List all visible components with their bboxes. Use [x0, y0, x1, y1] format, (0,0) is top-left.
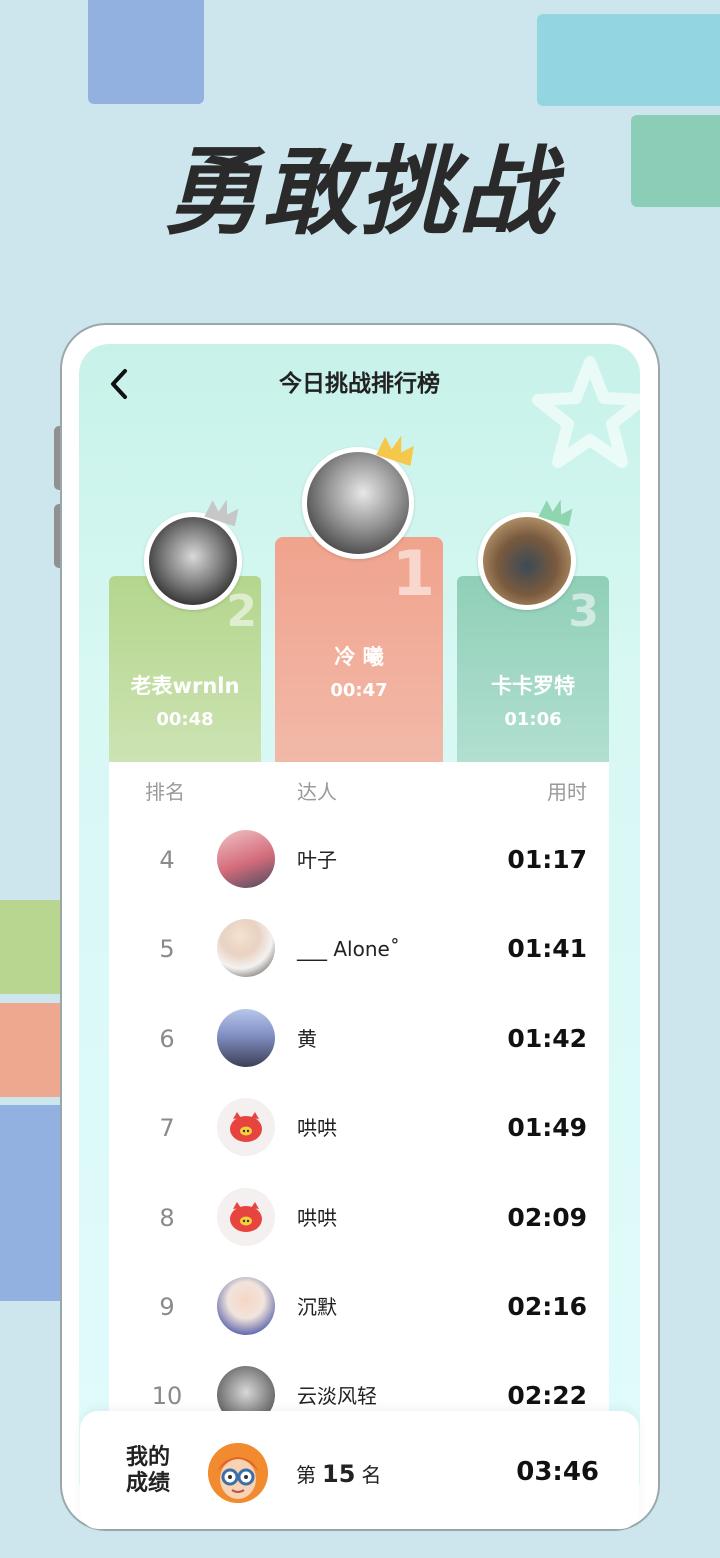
nav-bar: 今日挑战排行榜: [79, 344, 640, 424]
row-user-name: ___ Alone˚: [297, 937, 400, 961]
row-rank: 10: [151, 1382, 183, 1410]
my-rank-number: 15: [322, 1460, 356, 1488]
row-time: 01:49: [507, 1113, 587, 1142]
podium-rank-number: 1: [391, 537, 435, 610]
ranking-list: 排名 达人 用时 4 叶子 01:17 5 ___ Alone˚ 01:41 6…: [109, 762, 609, 1484]
row-user-name: 哄哄: [297, 1116, 337, 1140]
podium-user-name: 老表wrnln: [130, 674, 240, 698]
gold-crown-icon: [376, 435, 414, 466]
header-time: 用时: [547, 780, 587, 804]
my-rank-prefix: 第: [296, 1463, 316, 1487]
decor-block-lime: [0, 900, 60, 994]
row-time: 01:42: [507, 1024, 587, 1053]
row-rank: 5: [159, 935, 175, 963]
list-header: 排名 达人 用时: [109, 762, 609, 818]
row-rank: 9: [159, 1293, 175, 1321]
row-time: 02:09: [507, 1203, 587, 1232]
row-rank: 6: [159, 1025, 175, 1053]
row-user-name: 叶子: [297, 848, 337, 872]
decor-block-cyan: [537, 14, 720, 106]
row-user-name: 云淡风轻: [297, 1384, 377, 1408]
avatar[interactable]: [217, 1277, 275, 1335]
row-time: 01:41: [507, 934, 587, 963]
podium-user-time: 00:47: [330, 680, 388, 701]
row-time: 01:17: [507, 845, 587, 874]
avatar[interactable]: [217, 1009, 275, 1067]
green-crown-icon: [538, 499, 573, 526]
avatar[interactable]: [217, 1188, 275, 1246]
row-rank: 8: [159, 1204, 175, 1232]
pig-icon: [230, 1202, 262, 1232]
my-score-label: 我的成绩: [125, 1445, 170, 1496]
podium-user-time: 00:48: [156, 709, 214, 730]
list-item[interactable]: 4 叶子 01:17: [109, 816, 609, 905]
row-rank: 7: [159, 1114, 175, 1142]
decor-block-periwinkle: [0, 1105, 60, 1301]
list-item[interactable]: 8 哄哄 02:09: [109, 1174, 609, 1263]
avatar[interactable]: [217, 830, 275, 888]
silver-crown-icon: [204, 499, 239, 526]
decor-block-salmon: [0, 1003, 60, 1097]
my-time: 03:46: [516, 1457, 599, 1487]
header-rank: 排名: [145, 780, 185, 804]
row-rank: 4: [159, 846, 175, 874]
row-time: 02:16: [507, 1292, 587, 1321]
list-item[interactable]: 5 ___ Alone˚ 01:41: [109, 905, 609, 994]
my-rank: 第 15 名: [296, 1459, 381, 1490]
avatar[interactable]: [217, 1098, 275, 1156]
my-rank-suffix: 名: [361, 1463, 382, 1487]
my-avatar[interactable]: [208, 1443, 268, 1503]
podium-first[interactable]: 1 冷 曦 00:47: [275, 537, 443, 762]
header-user: 达人: [297, 780, 337, 804]
row-user-name: 沉默: [297, 1295, 337, 1319]
list-item[interactable]: 6 黄 01:42: [109, 995, 609, 1084]
leaderboard-screen: 今日挑战排行榜 2 老表wrnln 00:48 1 冷 曦 00:47 3 卡卡…: [79, 344, 640, 1484]
avatar-third[interactable]: [478, 512, 576, 610]
row-time: 02:22: [507, 1381, 587, 1410]
row-user-name: 哄哄: [297, 1206, 337, 1230]
podium-user-name: 卡卡罗特: [491, 674, 575, 698]
avatar-second[interactable]: [144, 512, 242, 610]
avatar[interactable]: [217, 919, 275, 977]
list-item[interactable]: 9 沉默 02:16: [109, 1263, 609, 1352]
list-item[interactable]: 7 哄哄 01:49: [109, 1084, 609, 1173]
podium-rank-number: 2: [226, 586, 257, 637]
girl-with-glasses-icon: [208, 1443, 268, 1503]
my-score-bar[interactable]: 我的成绩 第 15 名 03:46: [80, 1411, 639, 1529]
row-user-name: 黄: [297, 1027, 317, 1051]
podium-user-name: 冷 曦: [334, 645, 384, 669]
pig-icon: [230, 1112, 262, 1142]
hero-title: 勇敢挑战: [164, 136, 556, 248]
decor-block-blue: [88, 0, 204, 104]
podium-rank-number: 3: [568, 586, 599, 637]
page-title: 今日挑战排行榜: [279, 371, 440, 397]
podium-user-time: 01:06: [504, 709, 562, 730]
